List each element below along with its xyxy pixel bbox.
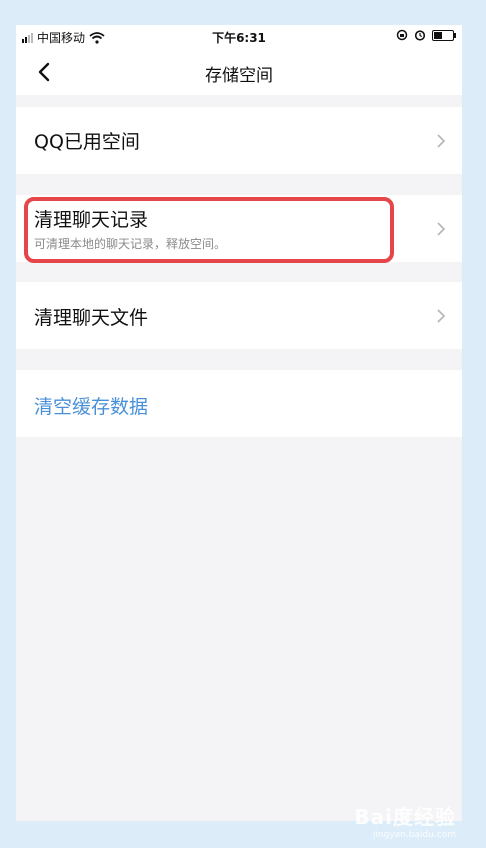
page-title: 存储空间: [205, 66, 273, 86]
status-bar: 中国移动 下午6:31: [16, 25, 462, 49]
row-clear-cache[interactable]: 清空缓存数据: [16, 370, 462, 437]
clear-cache-link: 清空缓存数据: [34, 396, 149, 418]
chevron-right-icon: [437, 309, 446, 323]
nav-bar: 存储空间: [16, 49, 462, 95]
alarm-icon: [414, 30, 426, 41]
battery-icon: [432, 29, 456, 41]
screenshot-frame: 中国移动 下午6:31 存储空间 QQ已用空间 清理聊天记录 可清理本地的聊天记…: [0, 0, 486, 848]
chevron-right-icon: [437, 222, 446, 236]
watermark-logo: Bai度经验: [354, 805, 456, 829]
status-right: [396, 29, 456, 41]
chevron-right-icon: [437, 134, 446, 148]
row-title: 清理聊天文件: [34, 307, 149, 329]
row-title: QQ已用空间: [34, 131, 140, 153]
watermark-url: jingyan.baidu.com: [372, 830, 456, 840]
phone-screen: 中国移动 下午6:31 存储空间 QQ已用空间 清理聊天记录 可清理本地的聊天记…: [16, 25, 462, 821]
row-clear-chat-files[interactable]: 清理聊天文件: [16, 282, 462, 349]
highlight-annotation: [24, 197, 394, 263]
lock-rotation-icon: [396, 29, 408, 41]
row-qq-used-space[interactable]: QQ已用空间: [16, 107, 462, 174]
